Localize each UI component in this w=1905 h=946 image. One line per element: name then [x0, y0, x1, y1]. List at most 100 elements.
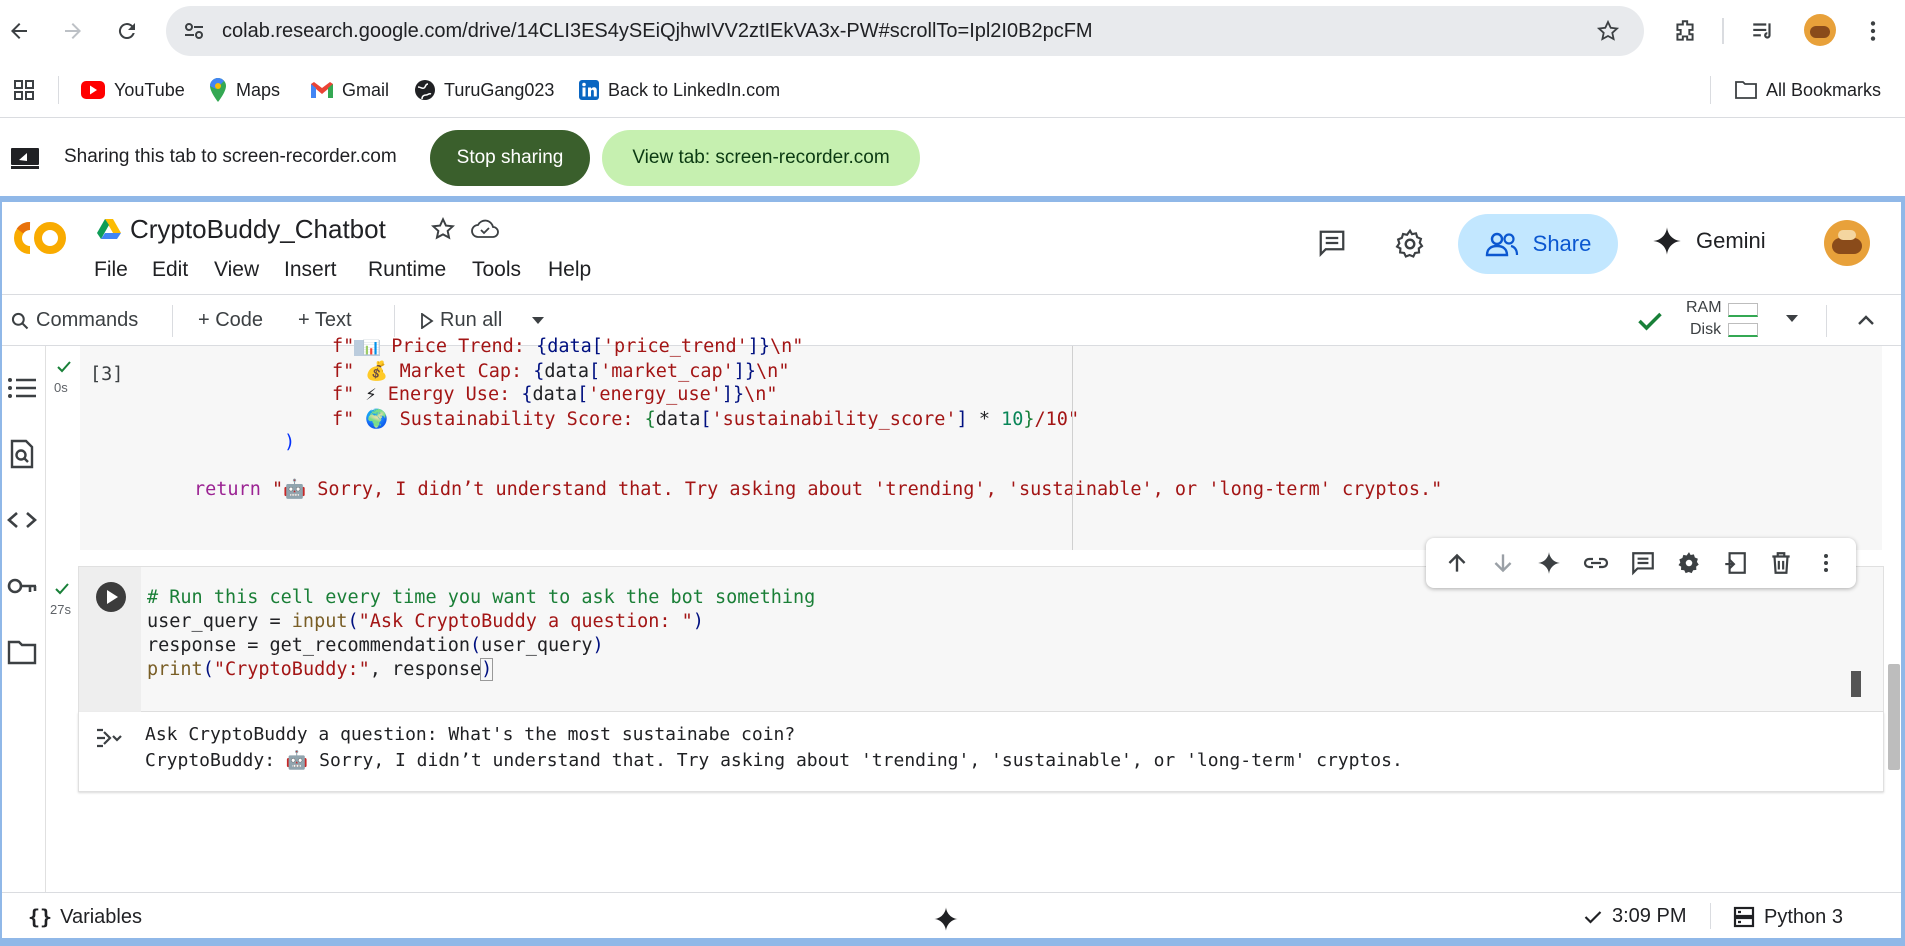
code-cell[interactable]: [3] f" 📊 Price Trend: {data['price_trend… — [80, 336, 1882, 550]
menu-insert[interactable]: Insert — [284, 258, 337, 282]
drive-icon[interactable] — [96, 218, 122, 240]
server-icon — [1733, 906, 1755, 928]
gemini-label: Gemini — [1696, 228, 1766, 253]
last-run-time: 3:09 PM — [1582, 905, 1686, 928]
play-icon — [421, 312, 434, 329]
bookmark-label: TuruGang023 — [444, 79, 555, 100]
left-sidebar — [2, 346, 46, 892]
connected-check-icon — [1638, 312, 1662, 331]
gemini-button[interactable]: Gemini — [1652, 226, 1766, 256]
youtube-icon — [81, 81, 105, 99]
all-bookmarks[interactable]: All Bookmarks — [1734, 76, 1881, 104]
back-button[interactable] — [4, 16, 34, 46]
cloud-saved-icon[interactable] — [470, 216, 500, 242]
share-button[interactable]: Share — [1458, 214, 1618, 274]
colab-logo-icon[interactable] — [8, 218, 72, 258]
arrow-left-icon — [11, 23, 27, 39]
run-all-button[interactable]: Run all — [420, 309, 502, 332]
sharing-message: Sharing this tab to screen-recorder.com — [64, 146, 397, 167]
view-tab-button[interactable]: View tab: screen-recorder.com — [602, 130, 920, 186]
bookmark-label: Gmail — [342, 79, 390, 100]
share-label: Share — [1532, 231, 1592, 256]
code-snippets-icon[interactable] — [6, 504, 38, 536]
more-kebab-icon[interactable] — [1814, 550, 1838, 576]
time-label: 3:09 PM — [1612, 905, 1687, 927]
search-icon — [11, 312, 29, 329]
ram-meter[interactable] — [1728, 303, 1758, 317]
comment-icon[interactable] — [1630, 550, 1656, 576]
collapse-chevron-icon[interactable] — [1854, 309, 1878, 333]
bookmark-turugang[interactable]: TuruGang023 — [414, 76, 554, 104]
gemini-sparkle-icon[interactable] — [932, 905, 960, 933]
code-line: f" ⚡ Energy Use: {data['energy_use']}\n" — [332, 384, 778, 405]
move-down-arrow-icon[interactable] — [1490, 550, 1516, 576]
cell-status: 0s — [46, 346, 80, 406]
notebook-title[interactable]: CryptoBuddy_Chatbot — [130, 214, 386, 245]
delete-trash-icon[interactable] — [1768, 550, 1794, 576]
output-actions-icon[interactable] — [95, 724, 125, 752]
stop-sharing-button[interactable]: Stop sharing — [430, 130, 590, 186]
mirror-cell-icon[interactable] — [1722, 550, 1748, 576]
disk-label: Disk — [1690, 321, 1722, 338]
bookmark-linkedin[interactable]: Back to LinkedIn.com — [578, 76, 780, 104]
find-icon[interactable] — [6, 438, 38, 470]
code-line: user_query = input("Ask CryptoBuddy a qu… — [147, 611, 704, 632]
bookmark-youtube[interactable]: YouTube — [80, 76, 185, 104]
menu-runtime[interactable]: Runtime — [368, 258, 446, 282]
check-icon — [1584, 910, 1602, 924]
address-bar[interactable]: colab.research.google.com/drive/14CLI3ES… — [166, 6, 1644, 56]
star-icon[interactable] — [430, 216, 456, 242]
profile-avatar[interactable] — [1804, 14, 1836, 46]
bookmark-label: YouTube — [114, 79, 185, 100]
commands-button[interactable]: Commands — [10, 309, 138, 332]
sharing-frame-border — [0, 938, 1905, 946]
all-bookmarks-label: All Bookmarks — [1766, 79, 1882, 100]
extensions-icon[interactable] — [1672, 18, 1698, 44]
user-avatar[interactable] — [1824, 220, 1870, 266]
gemini-sparkle-icon[interactable] — [1536, 550, 1562, 576]
notebook-scrollbar[interactable] — [1888, 664, 1900, 770]
runtime-indicator[interactable]: Python 3 — [1732, 905, 1843, 929]
apps-grid-icon[interactable] — [12, 78, 36, 102]
sharing-frame-border — [1901, 196, 1905, 946]
bookmark-star-icon[interactable] — [1596, 19, 1620, 43]
site-settings-icon[interactable] — [182, 19, 206, 43]
comments-icon[interactable] — [1316, 228, 1348, 258]
link-icon[interactable] — [1582, 550, 1610, 576]
settings-gear-icon[interactable] — [1394, 228, 1426, 260]
media-control-icon[interactable] — [1750, 18, 1776, 44]
disk-meter[interactable] — [1728, 323, 1758, 337]
table-of-contents-icon[interactable] — [6, 372, 38, 404]
cell-action-toolbar — [1426, 538, 1856, 588]
secrets-key-icon[interactable] — [6, 570, 38, 602]
run-all-dropdown-icon[interactable] — [530, 315, 546, 327]
run-cell-play-icon[interactable] — [95, 581, 127, 613]
status-bar: {} Variables 3:09 PM Python 3 — [2, 892, 1901, 938]
menu-edit[interactable]: Edit — [152, 258, 188, 282]
forward-button[interactable] — [58, 16, 88, 46]
menu-view[interactable]: View — [214, 258, 259, 282]
variables-button[interactable]: {} Variables — [28, 905, 142, 929]
reload-button[interactable] — [112, 16, 142, 46]
code-line: print("CryptoBuddy:", response) — [147, 658, 494, 681]
files-folder-icon[interactable] — [6, 636, 38, 668]
cell-settings-gear-icon[interactable] — [1676, 550, 1702, 576]
run-all-label: Run all — [440, 309, 503, 331]
browser-toolbar: colab.research.google.com/drive/14CLI3ES… — [0, 0, 1905, 62]
cell-success-check-icon — [55, 583, 69, 595]
people-icon — [1485, 232, 1518, 257]
move-up-arrow-icon[interactable] — [1444, 550, 1470, 576]
gemini-sparkle-icon — [1653, 227, 1681, 255]
menu-kebab-icon[interactable] — [1860, 18, 1886, 44]
resources-dropdown-icon[interactable] — [1784, 313, 1800, 325]
url-text[interactable]: colab.research.google.com/drive/14CLI3ES… — [222, 20, 1093, 43]
menu-tools[interactable]: Tools — [472, 258, 521, 282]
bookmark-gmail[interactable]: Gmail — [310, 76, 389, 104]
cell-success-check-icon — [57, 361, 71, 373]
menu-help[interactable]: Help — [548, 258, 591, 282]
menu-file[interactable]: File — [94, 258, 128, 282]
add-code-button[interactable]: + Code — [198, 309, 263, 332]
add-text-button[interactable]: + Text — [298, 309, 352, 332]
output-line: CryptoBuddy: 🤖 Sorry, I didn’t understan… — [145, 750, 1403, 771]
bookmark-maps[interactable]: Maps — [208, 76, 280, 104]
